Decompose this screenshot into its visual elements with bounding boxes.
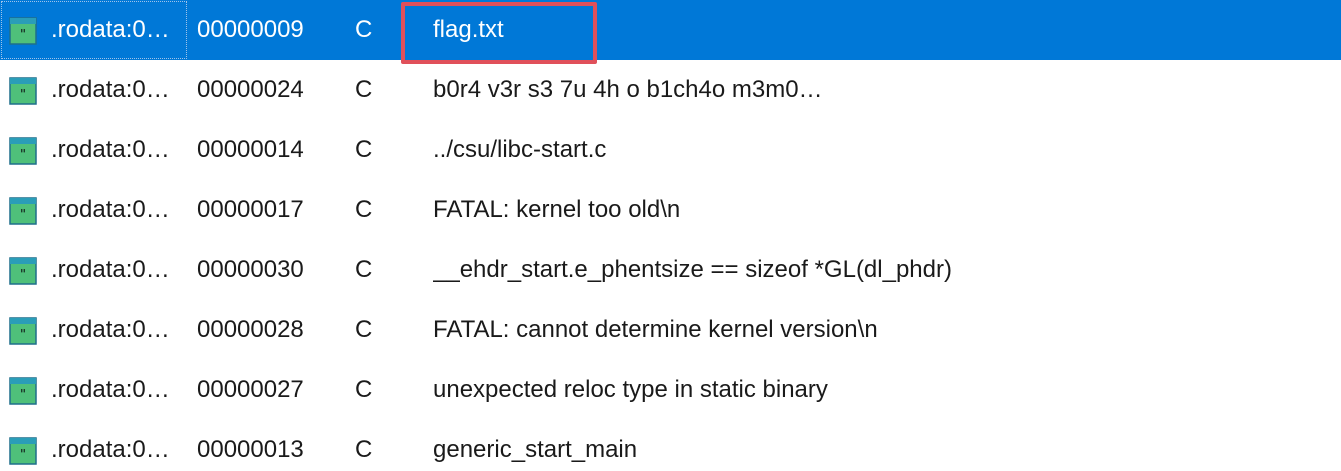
length-cell: 00000027 (197, 376, 304, 403)
length-cell: 00000013 (197, 436, 304, 463)
address-cell: .rodata:0… (51, 316, 170, 343)
string-literal-icon: " (9, 197, 37, 225)
string-literal-icon: " (9, 377, 37, 405)
svg-text:": " (20, 207, 26, 221)
address-cell: .rodata:0… (51, 16, 170, 43)
svg-text:": " (20, 447, 26, 461)
length-cell: 00000024 (197, 76, 304, 103)
type-cell: C (355, 136, 373, 163)
length-cell: 00000028 (197, 316, 304, 343)
type-cell: C (355, 256, 373, 283)
address-cell: .rodata:0… (51, 196, 170, 223)
type-cell: C (355, 76, 373, 103)
string-cell: generic_start_main (433, 436, 638, 463)
string-cell: ../csu/libc-start.c (433, 136, 607, 163)
string-row[interactable]: " .rodata:0… 00000009 C flag.txt (0, 0, 1341, 64)
string-cell: FATAL: cannot determine kernel version\n (433, 316, 878, 343)
type-cell: C (355, 16, 373, 43)
address-cell: .rodata:0… (51, 136, 170, 163)
svg-text:": " (20, 27, 26, 41)
string-cell: __ehdr_start.e_phentsize == sizeof *GL(d… (433, 256, 952, 283)
length-cell: 00000014 (197, 136, 304, 163)
address-cell: .rodata:0… (51, 256, 170, 283)
string-row[interactable]: " .rodata:0… 00000024 C b0r4 v3r s3 7u 4… (0, 60, 1341, 120)
type-cell: C (355, 436, 373, 463)
length-cell: 00000030 (197, 256, 304, 283)
address-cell: .rodata:0… (51, 436, 170, 463)
string-literal-icon: " (9, 17, 37, 45)
string-literal-icon: " (9, 437, 37, 465)
string-row[interactable]: " .rodata:0… 00000028 C FATAL: cannot de… (0, 300, 1341, 360)
type-cell: C (355, 196, 373, 223)
string-cell: FATAL: kernel too old\n (433, 196, 681, 223)
string-row[interactable]: " .rodata:0… 00000030 C __ehdr_start.e_p… (0, 240, 1341, 300)
svg-text:": " (20, 387, 26, 401)
string-literal-icon: " (9, 317, 37, 345)
strings-list[interactable]: " .rodata:0… 00000009 C flag.txt " .roda… (0, 0, 1341, 471)
string-literal-icon: " (9, 257, 37, 285)
string-row[interactable]: " .rodata:0… 00000014 C ../csu/libc-star… (0, 120, 1341, 180)
length-cell: 00000009 (197, 16, 304, 43)
string-cell: unexpected reloc type in static binary (433, 376, 828, 403)
string-row[interactable]: " .rodata:0… 00000013 C generic_start_ma… (0, 420, 1341, 471)
string-literal-icon: " (9, 77, 37, 105)
type-cell: C (355, 376, 373, 403)
svg-text:": " (20, 87, 26, 101)
svg-text:": " (20, 327, 26, 341)
string-literal-icon: " (9, 137, 37, 165)
type-cell: C (355, 316, 373, 343)
svg-text:": " (20, 267, 26, 281)
address-cell: .rodata:0… (51, 76, 170, 103)
string-row[interactable]: " .rodata:0… 00000027 C unexpected reloc… (0, 360, 1341, 420)
string-cell: flag.txt (433, 16, 504, 43)
address-cell: .rodata:0… (51, 376, 170, 403)
length-cell: 00000017 (197, 196, 304, 223)
svg-text:": " (20, 147, 26, 161)
string-cell: b0r4 v3r s3 7u 4h o b1ch4o m3m0… (433, 76, 823, 103)
string-row[interactable]: " .rodata:0… 00000017 C FATAL: kernel to… (0, 180, 1341, 240)
